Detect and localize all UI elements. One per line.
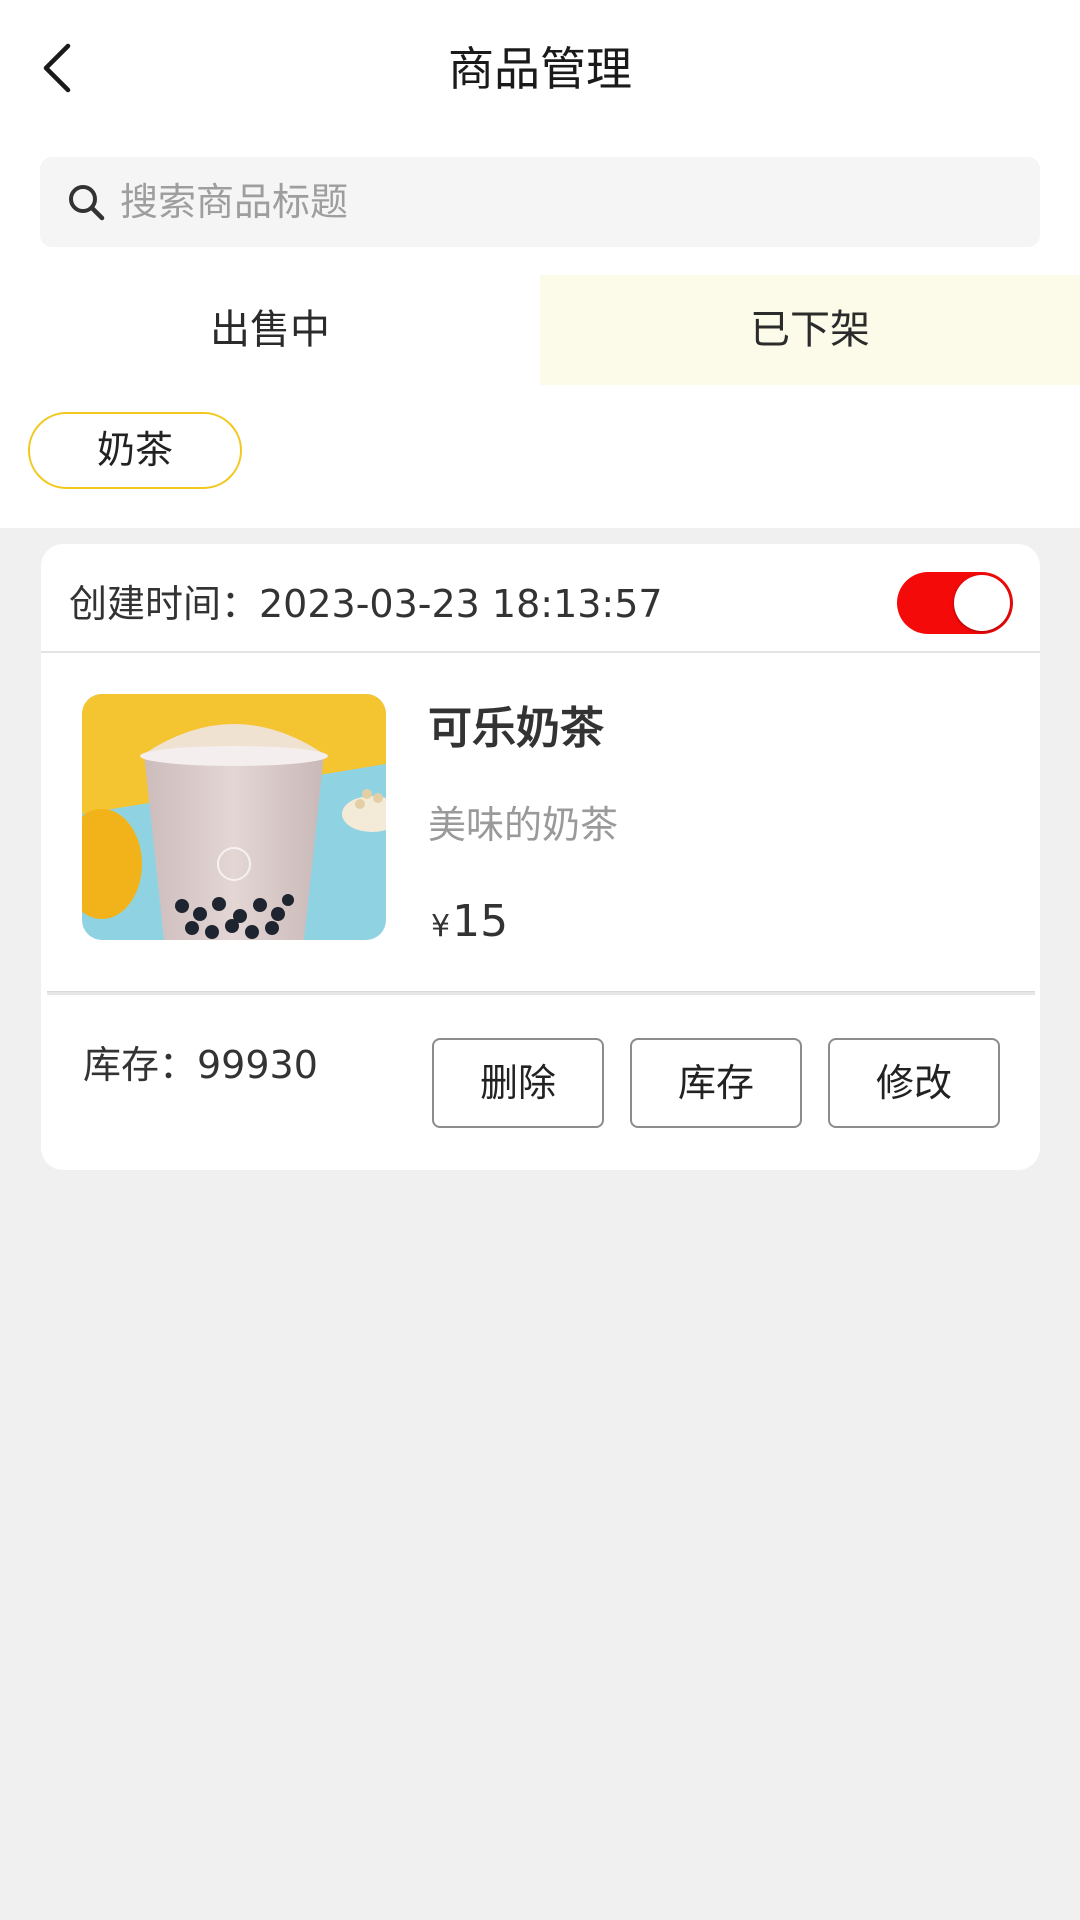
- delete-button[interactable]: 删除: [432, 1038, 604, 1128]
- tab-delisted[interactable]: 已下架: [540, 275, 1080, 385]
- search-bar[interactable]: [40, 157, 1040, 247]
- product-card: 创建时间：2023-03-23 18:13:57 可乐奶茶 美味的奶茶 ¥15 …: [41, 544, 1040, 1170]
- product-name: 可乐奶茶: [428, 703, 604, 754]
- divider: [47, 991, 1035, 995]
- product-description: 美味的奶茶: [428, 803, 619, 847]
- edit-button[interactable]: 修改: [828, 1038, 1000, 1128]
- divider: [41, 651, 1040, 653]
- page-title: 商品管理: [448, 42, 632, 96]
- product-image: [82, 694, 386, 940]
- product-price: ¥15: [431, 892, 508, 952]
- created-time: 创建时间：2023-03-23 18:13:57: [69, 582, 663, 626]
- listing-toggle[interactable]: [897, 572, 1013, 634]
- stock-button[interactable]: 库存: [630, 1038, 802, 1128]
- currency-symbol: ¥: [431, 909, 451, 944]
- search-input[interactable]: [120, 157, 1020, 247]
- header-area: 商品管理 出售中 已下架 奶茶: [0, 0, 1080, 528]
- price-amount: 15: [452, 896, 509, 947]
- tab-on-sale[interactable]: 出售中: [0, 275, 540, 385]
- stock-count: 库存：99930: [83, 1043, 318, 1087]
- toggle-knob: [954, 575, 1010, 631]
- category-chip-milk-tea[interactable]: 奶茶: [28, 412, 242, 489]
- search-icon: [69, 185, 105, 221]
